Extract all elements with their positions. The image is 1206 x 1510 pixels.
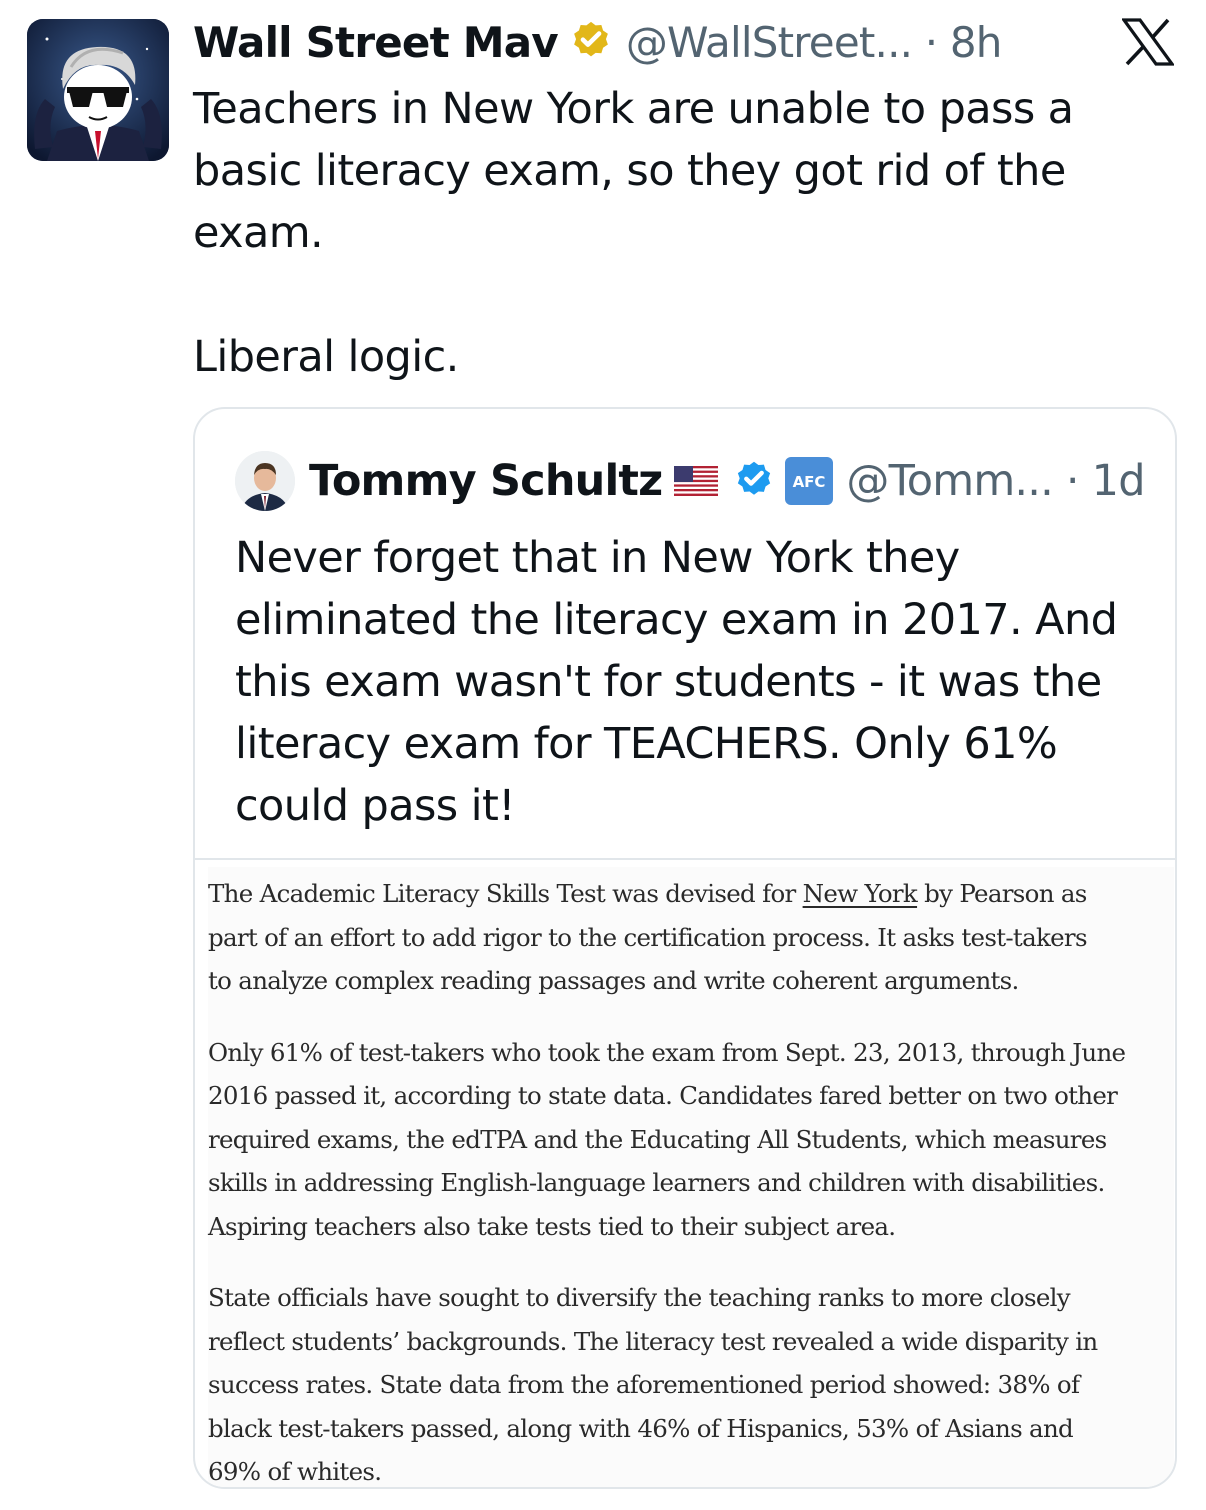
article-paragraph: State officials have sought to diversify…: [208, 1276, 1174, 1487]
article-line: success rates. State data from the afore…: [208, 1370, 1080, 1399]
article-line: Aspiring teachers also take tests tied t…: [208, 1211, 896, 1241]
quoted-tweet-card[interactable]: Tommy Schultz AFC @Tomm... · 1d Never fo…: [193, 407, 1177, 1489]
avatar-image: [27, 19, 169, 161]
article-line: skills in addressing English-language le…: [208, 1168, 1105, 1197]
article-line: part of an effort to add rigor to the ce…: [208, 922, 1088, 952]
article-line: reflect students’ backgrounds. The liter…: [208, 1326, 1098, 1356]
quote-author-avatar[interactable]: [235, 451, 295, 511]
author-handle-time[interactable]: @WallStreet... · 8h: [626, 18, 1003, 67]
article-paragraph: Only 61% of test-takers who took the exa…: [208, 1031, 1174, 1249]
svg-text:AFC: AFC: [793, 473, 826, 491]
quote-text: Never forget that in New York they elimi…: [235, 527, 1155, 837]
article-text: The Academic Literacy Skills Test was de…: [208, 879, 803, 908]
x-logo-icon[interactable]: [1122, 18, 1174, 66]
quote-text-line: could pass it!: [235, 781, 515, 831]
author-avatar[interactable]: [27, 19, 169, 161]
article-line: required exams, the edTPA and the Educat…: [208, 1124, 1107, 1154]
tweet-text: Teachers in New York are unable to pass …: [193, 78, 1153, 388]
quote-text-line: Never forget that in New York they: [235, 533, 960, 583]
article-text: by Pearson as: [917, 879, 1087, 908]
author-name[interactable]: Wall Street Mav: [193, 18, 559, 67]
article-screenshot-image[interactable]: The Academic Literacy Skills Test was de…: [208, 867, 1174, 1487]
quote-avatar-image: [235, 451, 295, 511]
article-paragraph: The Academic Literacy Skills Test was de…: [208, 872, 1174, 1003]
article-line: black test-takers passed, along with 46%…: [208, 1413, 1074, 1443]
tweet-text-line: basic literacy exam, so they got rid of …: [193, 146, 1066, 196]
tweet-header: Wall Street Mav @WallStreet... · 8h: [193, 14, 1002, 70]
article-line: 69% of whites.: [208, 1457, 382, 1486]
quote-author-name[interactable]: Tommy Schultz: [309, 456, 663, 506]
quote-header: Tommy Schultz AFC @Tomm... · 1d: [309, 451, 1146, 511]
gold-verified-badge-icon: [573, 21, 608, 57]
tweet-text-line: Teachers in New York are unable to pass …: [193, 84, 1074, 134]
article-line: 2016 passed it, according to state data.…: [208, 1081, 1118, 1110]
quote-text-line: eliminated the literacy exam in 2017. An…: [235, 595, 1118, 645]
quote-media-divider: [195, 858, 1175, 860]
blue-verified-badge-icon: [738, 461, 771, 495]
quote-text-line: this exam wasn't for students - it was t…: [235, 657, 1102, 707]
article-line: The Academic Literacy Skills Test was de…: [208, 872, 1174, 916]
article-line: Only 61% of test-takers who took the exa…: [208, 1037, 1126, 1067]
afc-affiliate-badge-icon[interactable]: AFC: [784, 456, 834, 506]
article-link-new-york: New York: [802, 879, 918, 908]
article-line: State officials have sought to diversify…: [208, 1283, 1071, 1312]
tweet-text-line: exam.: [193, 208, 324, 258]
tweet-text-line: Liberal logic.: [193, 332, 459, 382]
article-line: to analyze complex reading passages and …: [208, 966, 1019, 995]
quote-author-handle-time[interactable]: @Tomm... · 1d: [846, 456, 1145, 506]
quote-text-line: literacy exam for TEACHERS. Only 61%: [235, 719, 1058, 769]
us-flag-icon: [674, 466, 719, 496]
